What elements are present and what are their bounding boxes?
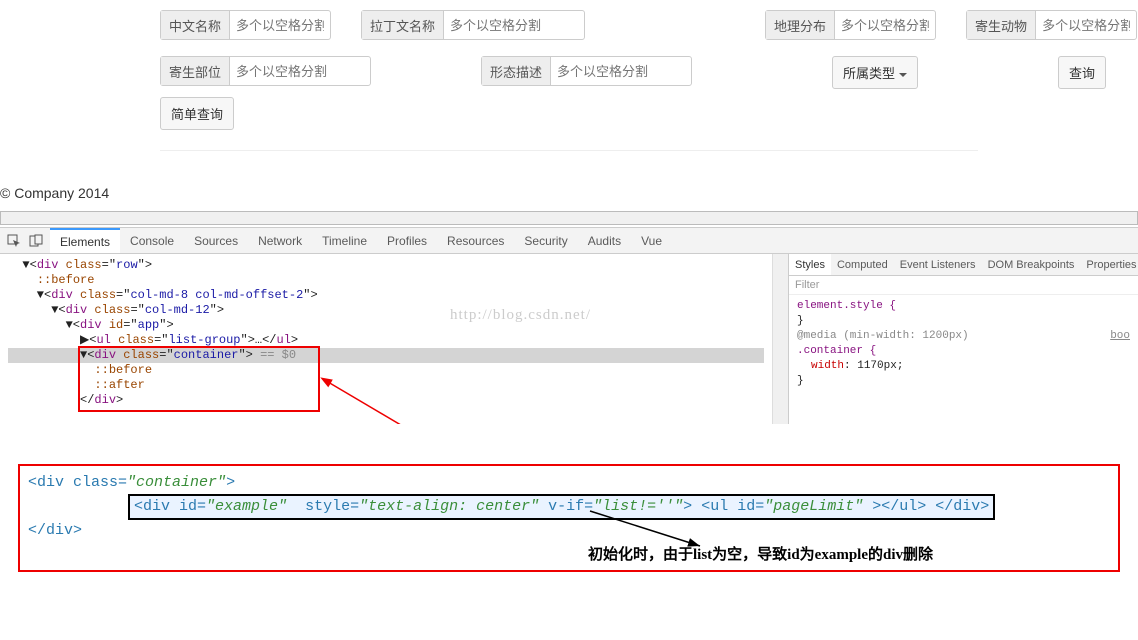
label-host-animal: 寄生动物 <box>967 11 1036 39</box>
type-dropdown-label: 所属类型 <box>843 66 895 81</box>
dom-line[interactable]: ::before <box>8 273 764 288</box>
styles-tab-styles[interactable]: Styles <box>789 254 831 275</box>
tab-timeline[interactable]: Timeline <box>312 228 377 253</box>
source-link[interactable]: boo <box>1110 329 1130 344</box>
annotation-caption: 初始化时，由于list为空，导致id为example的div删除 <box>588 544 933 566</box>
field-host-part: 寄生部位 <box>160 56 371 86</box>
inspect-icon[interactable] <box>6 233 22 249</box>
code-line: <div class="container"> <box>28 472 1110 494</box>
dom-line[interactable]: ▼<div id="app"> <box>8 318 764 333</box>
css-rule: element.style { <box>797 299 1130 314</box>
css-rule: width: 1170px; <box>797 359 1130 374</box>
label-host-part: 寄生部位 <box>161 57 230 85</box>
styles-tab-properties[interactable]: Properties <box>1080 254 1138 275</box>
css-rule: .container { <box>797 344 1130 359</box>
css-rule: } <box>797 374 1130 389</box>
label-geo-dist: 地理分布 <box>766 11 835 39</box>
input-geo-dist[interactable] <box>835 18 935 33</box>
devtools-body: http://blog.csdn.net/ ▼<div class="row">… <box>0 254 1138 424</box>
dom-line[interactable]: ::after <box>8 378 764 393</box>
input-latin-name[interactable] <box>444 18 584 33</box>
search-form: 中文名称 拉丁文名称 地理分布 寄生动物 寄生部位 形态描述 所属类型 查询 简… <box>0 0 1138 150</box>
devtools-tabs: Elements Console Sources Network Timelin… <box>0 228 1138 254</box>
dom-line[interactable]: ▼<div class="col-md-12"> <box>8 303 764 318</box>
devtools-panel: Elements Console Sources Network Timelin… <box>0 227 1138 424</box>
type-dropdown-button[interactable]: 所属类型 <box>832 56 918 89</box>
watermark-text: http://blog.csdn.net/ <box>450 308 591 323</box>
dom-line[interactable]: ▶<ul class="list-group">…</ul> <box>8 333 764 348</box>
scrollbar-horizontal[interactable] <box>0 211 1138 225</box>
tab-console[interactable]: Console <box>120 228 184 253</box>
input-host-animal[interactable] <box>1036 18 1136 33</box>
label-morph-desc: 形态描述 <box>482 57 551 85</box>
tab-network[interactable]: Network <box>248 228 312 253</box>
footer-copyright: © Company 2014 <box>0 181 1138 211</box>
divider <box>160 150 978 151</box>
tab-security[interactable]: Security <box>514 228 577 253</box>
dom-line-selected[interactable]: ▼<div class="container"> == $0 <box>8 348 764 363</box>
dom-line[interactable]: </div> <box>8 393 764 408</box>
tab-resources[interactable]: Resources <box>437 228 514 253</box>
tab-sources[interactable]: Sources <box>184 228 248 253</box>
dom-line[interactable]: ▼<div class="row"> <box>8 258 764 273</box>
field-geo-dist: 地理分布 <box>765 10 936 40</box>
simple-query-button[interactable]: 简单查询 <box>160 97 234 130</box>
device-icon[interactable] <box>28 233 44 249</box>
dom-line[interactable]: ::before <box>8 363 764 378</box>
input-morph-desc[interactable] <box>551 64 691 79</box>
field-host-animal: 寄生动物 <box>966 10 1137 40</box>
styles-tab-listeners[interactable]: Event Listeners <box>894 254 982 275</box>
tab-elements[interactable]: Elements <box>50 228 120 253</box>
code-inner-box: <div id="example" style="text-align: cen… <box>128 494 995 520</box>
code-annotation: <div class="container"> <div id="example… <box>18 464 1120 572</box>
css-rule: } <box>797 314 1130 329</box>
tab-vue[interactable]: Vue <box>631 228 672 253</box>
input-cn-name[interactable] <box>230 18 330 33</box>
styles-filter[interactable]: Filter <box>789 276 1138 295</box>
query-button[interactable]: 查询 <box>1058 56 1106 89</box>
label-latin-name: 拉丁文名称 <box>362 11 444 39</box>
dom-line[interactable]: ▼<div class="col-md-8 col-md-offset-2"> <box>8 288 764 303</box>
tab-audits[interactable]: Audits <box>578 228 631 253</box>
styles-tab-breakpoints[interactable]: DOM Breakpoints <box>982 254 1081 275</box>
input-host-part[interactable] <box>230 64 370 79</box>
tab-profiles[interactable]: Profiles <box>377 228 437 253</box>
scrollbar-vertical[interactable] <box>772 254 788 424</box>
styles-tab-computed[interactable]: Computed <box>831 254 894 275</box>
css-rule: boo@media (min-width: 1200px) <box>797 329 1130 344</box>
caret-down-icon <box>899 73 907 77</box>
field-cn-name: 中文名称 <box>160 10 331 40</box>
styles-body[interactable]: element.style { } boo@media (min-width: … <box>789 295 1138 393</box>
dom-tree[interactable]: http://blog.csdn.net/ ▼<div class="row">… <box>0 254 772 424</box>
styles-tabs: Styles Computed Event Listeners DOM Brea… <box>789 254 1138 276</box>
field-morph-desc: 形态描述 <box>481 56 692 86</box>
code-line: </div> <box>28 520 1110 542</box>
field-latin-name: 拉丁文名称 <box>361 10 585 40</box>
styles-panel: Styles Computed Event Listeners DOM Brea… <box>788 254 1138 424</box>
label-cn-name: 中文名称 <box>161 11 230 39</box>
